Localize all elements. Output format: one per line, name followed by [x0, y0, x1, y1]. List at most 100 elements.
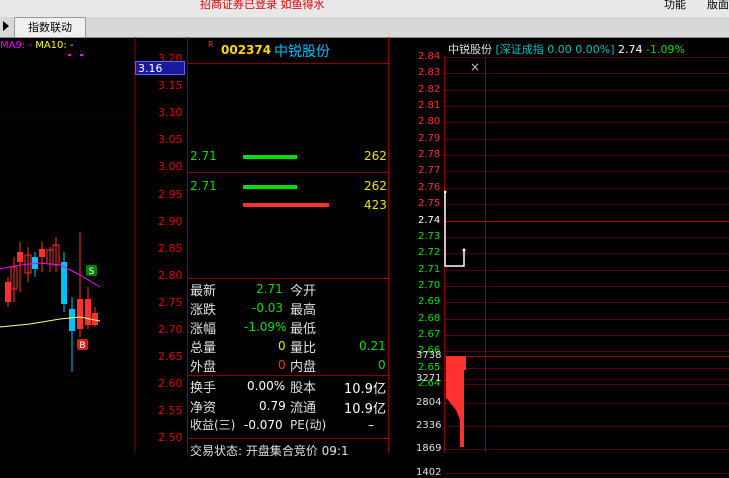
top-bar — [0, 0, 729, 17]
volume-label: 总量 — [190, 341, 217, 356]
open-label: 今开 — [290, 284, 317, 299]
inner-label: 内盘 — [290, 360, 317, 375]
kline-y-tick: 2.55 — [158, 404, 183, 418]
latest-value: 2.71 — [256, 282, 283, 296]
change-label: 涨跌 — [190, 303, 217, 318]
eps-value: -0.070 — [244, 418, 283, 432]
close-icon[interactable]: × — [470, 60, 480, 74]
r-tag: R — [208, 40, 214, 49]
capital-label: 股本 — [290, 381, 317, 396]
grid-line — [444, 356, 729, 357]
grid-line — [444, 253, 729, 255]
grid-line — [444, 334, 729, 336]
latest-label: 最新 — [190, 284, 217, 299]
intraday-price: 2.74 — [618, 43, 643, 56]
outer-value: 0 — [278, 358, 286, 372]
intraday-stock-name: 中锐股份 — [448, 43, 492, 56]
grid-line — [444, 171, 729, 173]
price-tick: 2.82 — [418, 83, 441, 95]
price-tick: 2.79 — [418, 132, 441, 144]
divider — [188, 278, 388, 279]
trade-status: 交易状态: 开盘集合竞价 09:1 — [190, 444, 349, 458]
volume-tick: 3738 — [416, 350, 442, 361]
volume-value: 0 — [278, 339, 286, 353]
kline-y-tick: 2.60 — [158, 377, 183, 391]
kline-y-tick: 2.90 — [158, 214, 183, 228]
grid-line — [444, 351, 729, 353]
grid-line — [444, 425, 729, 427]
kline-y-tick: 2.75 — [158, 295, 183, 309]
divider — [388, 37, 389, 453]
stock-code[interactable]: 002374 — [221, 43, 271, 57]
high-label: 最高 — [290, 303, 317, 318]
divider — [188, 375, 388, 376]
login-notice: 招商证券已登录 如鱼得水 — [200, 0, 325, 11]
pe-value: – — [368, 418, 374, 432]
kline-y-tick: 2.50 — [158, 431, 183, 445]
kline-y-tick: 3.15 — [158, 79, 183, 93]
kline-y-tick: 2.80 — [158, 268, 183, 282]
change-value: -0.03 — [252, 301, 284, 315]
inner-value: 0 — [378, 358, 386, 372]
index-label[interactable]: [深证成指 0.00 0.00%] — [496, 43, 615, 56]
divider — [188, 438, 388, 439]
price-tick: 2.73 — [418, 230, 441, 242]
price-tick: 2.65 — [418, 361, 441, 373]
intraday-volume-bars — [446, 356, 466, 447]
pct-value: -1.09% — [244, 320, 287, 334]
capital-value: 10.9亿 — [344, 382, 386, 397]
current-price-box: 3.16 — [135, 61, 185, 75]
grid-vline — [485, 57, 486, 453]
volume-tick: 1402 — [416, 466, 442, 478]
divider — [187, 37, 188, 453]
menu-function[interactable]: 功能 — [664, 0, 686, 12]
grid-line — [444, 449, 729, 451]
ratio-label: 量比 — [290, 341, 317, 356]
sell-marker-text: S — [89, 267, 95, 277]
price-tick: 2.83 — [418, 67, 441, 79]
turnover-value: 0.00% — [247, 379, 286, 393]
price-tick: 2.77 — [418, 165, 441, 177]
float-value: 10.9亿 — [344, 402, 386, 417]
grid-line — [444, 236, 729, 238]
divider — [188, 172, 388, 173]
kline-y-tick: 3.05 — [158, 133, 183, 147]
volume-tick: 2804 — [416, 396, 442, 408]
low-label: 最低 — [290, 322, 317, 337]
grid-line — [444, 187, 729, 189]
candles — [5, 232, 98, 372]
kline-y-tick: 2.70 — [158, 323, 183, 336]
grid-line — [444, 269, 729, 271]
buy-volume-bar-1 — [243, 185, 297, 189]
sell-volume-bar — [243, 155, 297, 159]
stock-name[interactable]: 中锐股份 — [274, 41, 330, 61]
netasset-label: 净资 — [190, 401, 217, 416]
eps-label: 收益(三) — [190, 418, 236, 432]
pe-label: PE(动) — [290, 418, 327, 432]
buy-volume-bar-2 — [243, 203, 329, 207]
grid-line — [444, 122, 729, 124]
grid-line — [444, 106, 729, 108]
buy-volume-2: 423 — [364, 198, 387, 212]
grid-line — [444, 73, 729, 75]
price-tick: 2.67 — [418, 328, 441, 340]
price-tick: 2.78 — [418, 149, 441, 161]
grid-line — [444, 138, 729, 140]
grid-line — [444, 472, 729, 474]
grid-line — [444, 402, 729, 404]
kline-y-tick: 3.10 — [158, 106, 183, 120]
sell-volume: 262 — [364, 149, 387, 163]
buy-marker-text: B — [79, 341, 85, 351]
grid-line — [444, 204, 729, 206]
grid-line — [444, 318, 729, 320]
price-tick: 2.72 — [418, 247, 441, 259]
price-tick: 2.74 — [418, 214, 441, 226]
netasset-value: 0.79 — [259, 399, 286, 413]
price-tick: 2.80 — [418, 116, 441, 128]
kline-y-tick: 2.65 — [158, 350, 183, 364]
price-tick: 2.70 — [418, 279, 441, 291]
menu-layout[interactable]: 版面 — [707, 0, 729, 12]
play-arrow-icon[interactable] — [3, 21, 9, 31]
tab-index-linkage[interactable]: 指数联动 — [14, 17, 86, 38]
grid-line — [444, 220, 729, 222]
